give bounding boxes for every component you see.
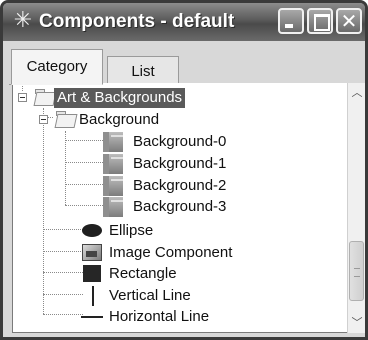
folder-icon: [33, 89, 57, 106]
maximize-icon: [314, 14, 330, 31]
background-icon: [103, 132, 123, 152]
tree-item-ellipse[interactable]: Ellipse: [13, 220, 343, 242]
background-icon: [103, 197, 123, 217]
tree-item-vertical-line[interactable]: Vertical Line: [13, 285, 343, 307]
scroll-up-icon[interactable]: ︿: [349, 85, 365, 101]
close-icon: ✕: [340, 9, 358, 33]
image-icon: [82, 244, 102, 261]
tab-strip: Category List: [9, 49, 359, 88]
window-title: Components - default: [39, 11, 235, 32]
collapse-toggle[interactable]: [18, 93, 27, 102]
scroll-thumb[interactable]: [349, 241, 364, 301]
scroll-down-icon[interactable]: ﹀: [349, 315, 365, 331]
minimize-icon: [285, 24, 293, 28]
maximize-button[interactable]: [307, 8, 333, 34]
tree-item-label: Art & Backgrounds: [54, 88, 186, 108]
tree-item-background[interactable]: Background: [13, 109, 343, 131]
tree-item-background-1[interactable]: Background-1: [13, 153, 343, 175]
tree-item-art-backgrounds[interactable]: Art & Backgrounds: [13, 87, 343, 109]
folder-icon: [54, 111, 78, 128]
rectangle-icon: [83, 265, 101, 282]
component-tree[interactable]: Art & Backgrounds Background Background-…: [12, 81, 365, 333]
tree-item-label: Background-3: [133, 198, 227, 215]
tree-item-label: Rectangle: [109, 265, 177, 282]
vertical-line-icon: [92, 286, 94, 306]
tree-item-label: Background-0: [133, 133, 227, 150]
tab-category[interactable]: Category: [11, 49, 103, 85]
background-icon: [103, 176, 123, 196]
tree-item-label: Background-2: [133, 177, 227, 194]
tree-item-background-0[interactable]: Background-0: [13, 131, 343, 153]
vertical-scrollbar[interactable]: ︿ ﹀: [347, 83, 365, 333]
title-bar[interactable]: ✳ Components - default ✕: [3, 3, 365, 41]
tree-item-horizontal-line[interactable]: Horizontal Line: [13, 306, 343, 328]
tree-item-background-2[interactable]: Background-2: [13, 175, 343, 197]
tree-item-image-component[interactable]: Image Component: [13, 242, 343, 264]
tree-item-label: Horizontal Line: [109, 308, 210, 325]
snowflake-icon: ✳: [13, 8, 33, 33]
grip-icon: [354, 268, 360, 277]
close-button[interactable]: ✕: [336, 8, 362, 34]
tree-item-rectangle[interactable]: Rectangle: [13, 263, 343, 285]
background-icon: [103, 154, 123, 174]
tree-item-label: Background-1: [133, 155, 227, 172]
tree-item-label: Vertical Line: [109, 287, 191, 304]
horizontal-line-icon: [81, 316, 103, 318]
tree-item-label: Ellipse: [109, 222, 154, 239]
collapse-toggle[interactable]: [39, 115, 48, 124]
components-window: ✳ Components - default ✕ Category List A…: [0, 0, 368, 340]
ellipse-icon: [82, 224, 102, 237]
tree-item-label: Background: [79, 111, 160, 128]
tree-item-background-3[interactable]: Background-3: [13, 196, 343, 218]
minimize-button[interactable]: [278, 8, 304, 34]
tree-item-label: Image Component: [109, 244, 233, 261]
